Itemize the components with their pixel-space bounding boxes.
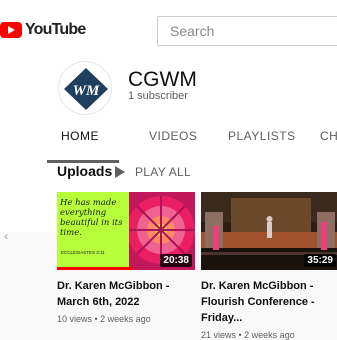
play-all-label: PLAY ALL	[135, 165, 192, 179]
chevron-left-icon[interactable]: ‹	[4, 229, 8, 243]
youtube-logo-text: YouTube	[25, 21, 86, 38]
video-card[interactable]: 35:29 Dr. Karen McGibbon - Flourish Conf…	[201, 192, 337, 340]
channel-name: CGWM	[128, 68, 197, 91]
video-title[interactable]: Dr. Karen McGibbon - March 6th, 2022	[57, 278, 195, 310]
thumbnail-verse-text: He has made everything beautiful in its …	[60, 198, 123, 238]
tab-home[interactable]: HOME	[61, 129, 99, 143]
tab-channels[interactable]: CHA	[320, 129, 337, 143]
video-duration: 35:29	[304, 254, 336, 267]
video-duration: 20:38	[160, 254, 192, 267]
channel-avatar[interactable]: WM	[58, 61, 112, 115]
video-thumbnail[interactable]: He has made everything beautiful in its …	[57, 192, 195, 270]
youtube-logo[interactable]: YouTube	[0, 19, 86, 41]
video-meta: 10 views • 2 weeks ago	[57, 314, 151, 324]
top-bar: YouTube Search	[0, 0, 337, 56]
subscriber-count: 1 subscriber	[128, 90, 188, 102]
video-card[interactable]: He has made everything beautiful in its …	[57, 192, 195, 324]
video-meta: 21 views • 2 weeks ago	[201, 330, 295, 340]
watch-progress-bar	[57, 267, 133, 270]
thumbnail-verse-ref: ECCLESIASTES 3:11	[61, 250, 105, 255]
tab-playlists[interactable]: PLAYLISTS	[228, 129, 296, 143]
avatar-initials: WM	[73, 83, 100, 99]
video-title[interactable]: Dr. Karen McGibbon - Flourish Conference…	[201, 278, 337, 326]
play-icon	[115, 166, 125, 178]
uploads-title[interactable]: Uploads	[57, 163, 112, 179]
uploads-shelf-header: Uploads PLAY ALL	[0, 156, 337, 186]
tab-videos[interactable]: VIDEOS	[149, 129, 197, 143]
youtube-play-icon	[0, 22, 22, 38]
play-all-button[interactable]: PLAY ALL	[115, 165, 191, 179]
video-thumbnail[interactable]: 35:29	[201, 192, 337, 270]
wm-logo-icon: WM	[64, 68, 108, 110]
search-input[interactable]: Search	[157, 16, 337, 46]
